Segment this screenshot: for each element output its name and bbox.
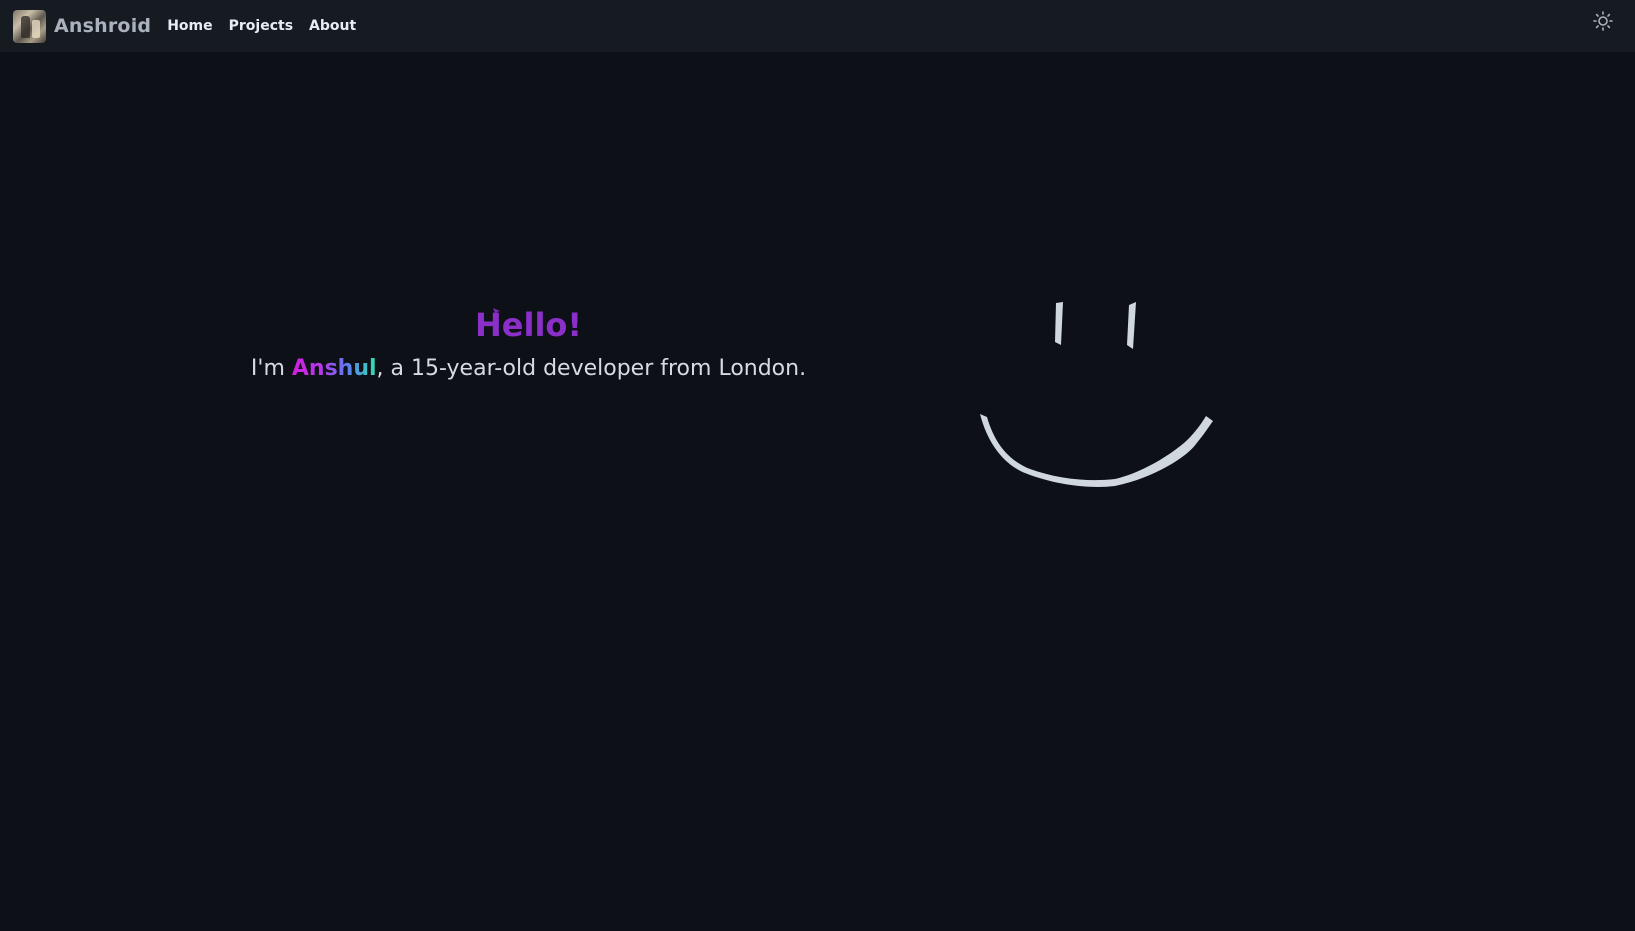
smiley-left-eye xyxy=(1055,302,1063,345)
brand-name[interactable]: Anshroid xyxy=(54,15,151,37)
hero-intro: I'm Anshul, a 15-year-old developer from… xyxy=(0,354,1057,384)
smiley-mouth xyxy=(980,414,1213,487)
nav-links: Home Projects About xyxy=(167,18,372,34)
hero-name: Anshul xyxy=(291,356,377,381)
smiley-face-drawing xyxy=(980,302,1213,487)
avatar[interactable] xyxy=(13,9,46,43)
sun-icon xyxy=(1593,11,1613,31)
theme-toggle-button[interactable] xyxy=(1593,11,1613,31)
navbar: Anshroid Home Projects About xyxy=(0,0,1635,52)
intro-prefix: I'm xyxy=(250,356,292,381)
hero-heading: Hello! xyxy=(475,306,582,344)
cursor-icon xyxy=(493,308,500,315)
nav-link-projects[interactable]: Projects xyxy=(229,18,293,34)
nav-link-about[interactable]: About xyxy=(309,18,356,34)
nav-link-home[interactable]: Home xyxy=(167,18,212,34)
smiley-right-eye xyxy=(1127,302,1136,349)
intro-suffix: , a 15-year-old developer from London. xyxy=(376,356,807,381)
